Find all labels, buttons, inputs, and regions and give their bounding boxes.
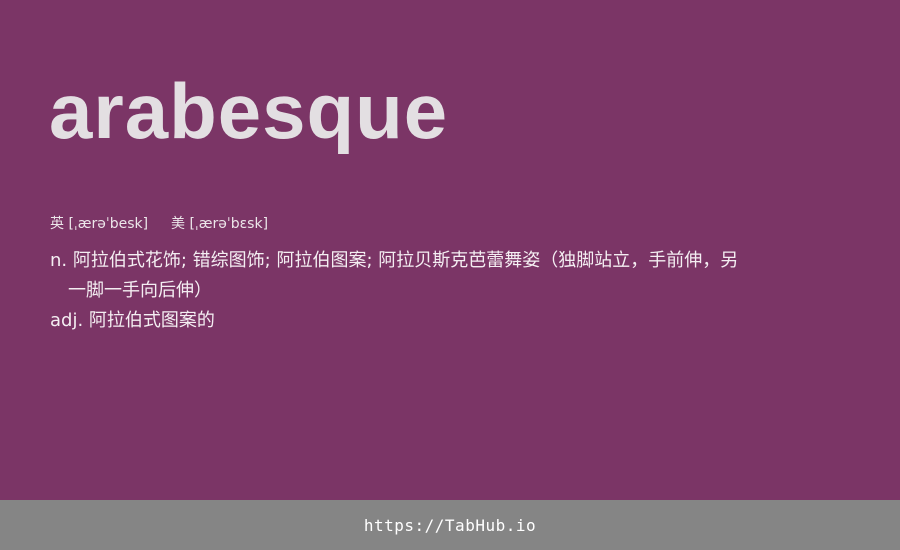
uk-phonetic: [ˌærəˈbesk] xyxy=(68,216,149,232)
tabhub-link[interactable]: https://TabHub.io xyxy=(364,516,536,535)
part-of-speech: n. xyxy=(50,250,68,271)
definitions: n. 阿拉伯式花饰; 错综图饰; 阿拉伯图案; 阿拉贝斯克芭蕾舞姿（独脚站立，手… xyxy=(50,246,750,336)
definition-text: 阿拉伯式花饰; 错综图饰; 阿拉伯图案; 阿拉贝斯克芭蕾舞姿（独脚站立，手前伸，… xyxy=(68,250,739,301)
definition-item: adj. 阿拉伯式图案的 xyxy=(50,306,750,336)
phonetics-row: 英 [ˌærəˈbesk] 美 [ˌærəˈbɛsk] xyxy=(50,213,268,233)
us-label: 美 xyxy=(171,216,185,232)
definition-item: n. 阿拉伯式花饰; 错综图饰; 阿拉伯图案; 阿拉贝斯克芭蕾舞姿（独脚站立，手… xyxy=(50,246,750,306)
word-card: arabesque 英 [ˌærəˈbesk] 美 [ˌærəˈbɛsk] n.… xyxy=(0,0,900,500)
footer-bar: https://TabHub.io xyxy=(0,500,900,550)
uk-label: 英 xyxy=(50,216,64,232)
definition-text: 阿拉伯式图案的 xyxy=(88,310,215,331)
us-phonetic: [ˌærəˈbɛsk] xyxy=(189,216,269,232)
part-of-speech: adj. xyxy=(50,310,84,331)
word-title: arabesque xyxy=(49,67,449,155)
